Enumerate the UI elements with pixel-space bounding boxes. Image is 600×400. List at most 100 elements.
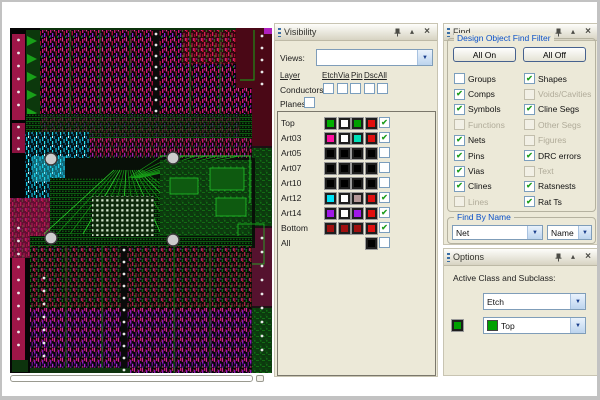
conductors-via-checkbox[interactable] [337, 83, 348, 94]
find-filter-drc-errors[interactable]: ✔DRC errors [524, 148, 591, 163]
active-class-dropdown[interactable]: Etch ▼ [483, 293, 586, 310]
close-icon[interactable]: × [421, 27, 433, 38]
checkbox[interactable]: ✔ [454, 181, 465, 192]
conductors-dsc-checkbox[interactable] [364, 83, 375, 94]
close-icon[interactable]: × [582, 252, 594, 263]
pcb-hscrollbar[interactable] [10, 375, 253, 382]
find-by-dropdown[interactable]: Net ▼ [452, 225, 543, 240]
checkbox[interactable]: ✔ [454, 135, 465, 146]
pcb-design-canvas[interactable] [10, 28, 272, 373]
subclass-color-swatch[interactable] [451, 319, 464, 332]
layer-swatch-etch[interactable] [324, 147, 337, 160]
find-filter-shapes[interactable]: ✔Shapes [524, 71, 591, 86]
close-icon[interactable]: × [582, 27, 594, 38]
find-filter-vias[interactable]: ✔Vias [454, 163, 524, 178]
layer-swatch-pin[interactable] [351, 132, 364, 145]
collapse-icon[interactable]: ▴ [567, 27, 579, 38]
views-dropdown[interactable]: ▼ [316, 49, 433, 66]
chevron-down-icon[interactable]: ▼ [578, 226, 591, 239]
etch-column-header[interactable]: Etch [322, 71, 338, 80]
layer-all-checkbox[interactable]: ✔ [379, 222, 390, 233]
conductors-etch-checkbox[interactable] [323, 83, 334, 94]
checkbox[interactable]: ✔ [454, 150, 465, 161]
layer-swatch-dsc[interactable] [365, 147, 378, 160]
chevron-down-icon[interactable]: ▼ [417, 50, 432, 65]
pin-icon[interactable] [391, 27, 403, 38]
layer-swatch-via[interactable] [338, 162, 351, 175]
find-filter-comps[interactable]: ✔Comps [454, 86, 524, 101]
checkbox[interactable]: ✔ [454, 166, 465, 177]
layer-all-checkbox[interactable] [379, 162, 390, 173]
layer-swatch-dsc[interactable] [365, 237, 378, 250]
checkbox[interactable]: ✔ [524, 150, 535, 161]
layer-swatch-via[interactable] [338, 192, 351, 205]
all-off-button[interactable]: All Off [523, 47, 586, 62]
layer-swatch-etch[interactable] [324, 162, 337, 175]
panel-grip-icon[interactable] [278, 28, 281, 37]
checkbox[interactable] [454, 73, 465, 84]
checkbox[interactable]: ✔ [454, 89, 465, 100]
layer-all-checkbox[interactable]: ✔ [379, 132, 390, 143]
layer-swatch-etch[interactable] [324, 192, 337, 205]
chevron-down-icon[interactable]: ▼ [527, 226, 542, 239]
layer-swatch-dsc[interactable] [365, 207, 378, 220]
layer-swatch-dsc[interactable] [365, 162, 378, 175]
find-filter-nets[interactable]: ✔Nets [454, 133, 524, 148]
layer-swatch-etch[interactable] [324, 207, 337, 220]
pcb-viewport[interactable] [10, 28, 272, 373]
layer-swatch-dsc[interactable] [365, 192, 378, 205]
find-filter-cline-segs[interactable]: ✔Cline Segs [524, 102, 591, 117]
layer-swatch-pin[interactable] [351, 222, 364, 235]
collapse-icon[interactable]: ▴ [406, 27, 418, 38]
all-on-button[interactable]: All On [453, 47, 516, 62]
layer-swatch-pin[interactable] [351, 177, 364, 190]
layer-swatch-pin[interactable] [351, 207, 364, 220]
layer-swatch-etch[interactable] [324, 177, 337, 190]
name-dropdown[interactable]: Name ▼ [547, 225, 592, 240]
layer-swatch-dsc[interactable] [365, 222, 378, 235]
layer-swatch-via[interactable] [338, 147, 351, 160]
layer-all-checkbox[interactable] [379, 147, 390, 158]
layer-all-checkbox[interactable] [379, 177, 390, 188]
options-titlebar[interactable]: Options ▴ × [444, 249, 598, 266]
find-filter-rat-ts[interactable]: ✔Rat Ts [524, 194, 591, 209]
via-column-header[interactable]: Via [338, 71, 349, 80]
layer-all-checkbox[interactable]: ✔ [379, 117, 390, 128]
find-filter-clines[interactable]: ✔Clines [454, 179, 524, 194]
layer-swatch-pin[interactable] [351, 117, 364, 130]
layer-all-checkbox[interactable]: ✔ [379, 207, 390, 218]
find-filter-ratsnests[interactable]: ✔Ratsnests [524, 179, 591, 194]
checkbox[interactable]: ✔ [454, 104, 465, 115]
pcb-hscrollbar-button[interactable] [256, 375, 264, 382]
layer-swatch-dsc[interactable] [365, 117, 378, 130]
chevron-down-icon[interactable]: ▼ [570, 318, 585, 333]
collapse-icon[interactable]: ▴ [567, 252, 579, 263]
pin-icon[interactable] [552, 27, 564, 38]
active-subclass-dropdown[interactable]: Top ▼ [483, 317, 586, 334]
checkbox[interactable]: ✔ [524, 104, 535, 115]
planes-checkbox[interactable] [304, 97, 315, 108]
find-filter-pins[interactable]: ✔Pins [454, 148, 524, 163]
layer-swatch-etch[interactable] [324, 117, 337, 130]
layer-swatch-dsc[interactable] [365, 177, 378, 190]
layer-swatch-via[interactable] [338, 177, 351, 190]
checkbox[interactable]: ✔ [524, 196, 535, 207]
layer-column-header[interactable]: Layer [280, 71, 300, 80]
layer-swatch-etch[interactable] [324, 222, 337, 235]
all-column-header[interactable]: All [378, 71, 387, 80]
layer-swatch-etch[interactable] [324, 132, 337, 145]
pin-column-header[interactable]: Pin [351, 71, 363, 80]
conductors-pin-checkbox[interactable] [350, 83, 361, 94]
panel-grip-icon[interactable] [447, 253, 450, 262]
dsc-column-header[interactable]: Dsc [364, 71, 378, 80]
checkbox[interactable]: ✔ [524, 73, 535, 84]
layer-swatch-pin[interactable] [351, 192, 364, 205]
layer-swatch-via[interactable] [338, 132, 351, 145]
layer-swatch-dsc[interactable] [365, 132, 378, 145]
layer-swatch-via[interactable] [338, 222, 351, 235]
pin-icon[interactable] [552, 252, 564, 263]
panel-grip-icon[interactable] [447, 28, 450, 37]
layer-swatch-pin[interactable] [351, 147, 364, 160]
chevron-down-icon[interactable]: ▼ [570, 294, 585, 309]
checkbox[interactable]: ✔ [524, 181, 535, 192]
